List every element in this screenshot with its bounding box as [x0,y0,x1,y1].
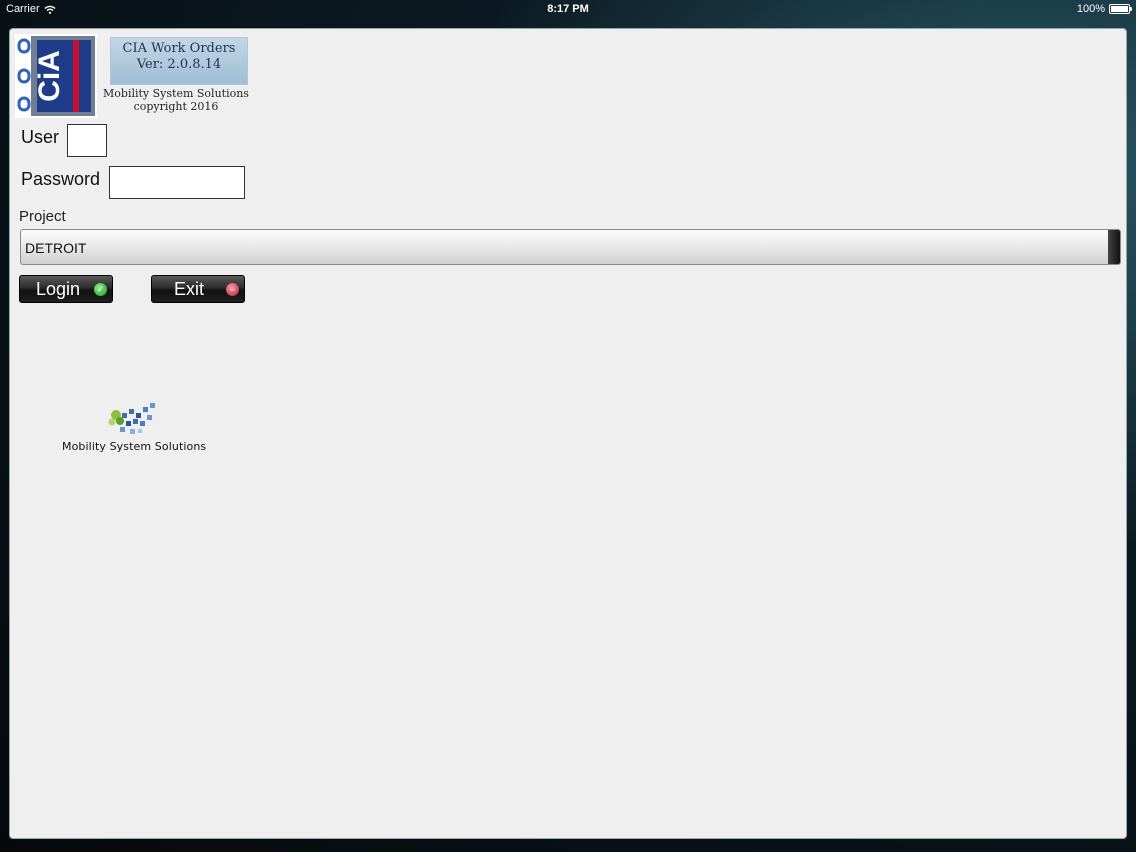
password-input[interactable] [109,166,245,199]
exit-button[interactable]: Exit – [151,275,245,303]
check-icon: ✓ [94,283,107,296]
project-select[interactable]: DETROIT [20,229,1121,265]
mss-logo-text: Mobility System Solutions [62,440,207,453]
project-label: Project [19,208,66,225]
password-label: Password [21,169,101,189]
status-bar: Carrier 8:17 PM 100% [0,0,1136,18]
status-battery: 100% [1076,0,1132,18]
user-label: User [21,127,60,147]
version-box: CIA Work Orders Ver: 2.0.8.14 [110,37,248,85]
battery-percent: 100% [1076,3,1105,15]
project-value: DETROIT [25,240,87,256]
exit-button-label: Exit [174,279,205,299]
login-panel: CiA CIA Work Orders Ver: 2.0.8.14 Mobili… [10,29,1126,838]
app-version: Ver: 2.0.8.14 [136,57,222,72]
app-title: CIA Work Orders [122,41,236,56]
company-name: Mobility System Solutions [103,87,249,100]
cia-logo: CiA [15,34,97,118]
login-button-label: Login [36,279,81,299]
user-input[interactable] [67,124,107,157]
select-handle-icon [1108,230,1120,264]
copyright: copyright 2016 [133,100,219,113]
company-info: Mobility System Solutions copyright 2016 [100,87,252,113]
logo-text: CiA [33,50,66,102]
status-time: 8:17 PM [547,3,589,15]
login-button[interactable]: Login ✓ [19,275,113,303]
battery-icon [1109,4,1132,14]
stop-icon: – [226,283,239,296]
